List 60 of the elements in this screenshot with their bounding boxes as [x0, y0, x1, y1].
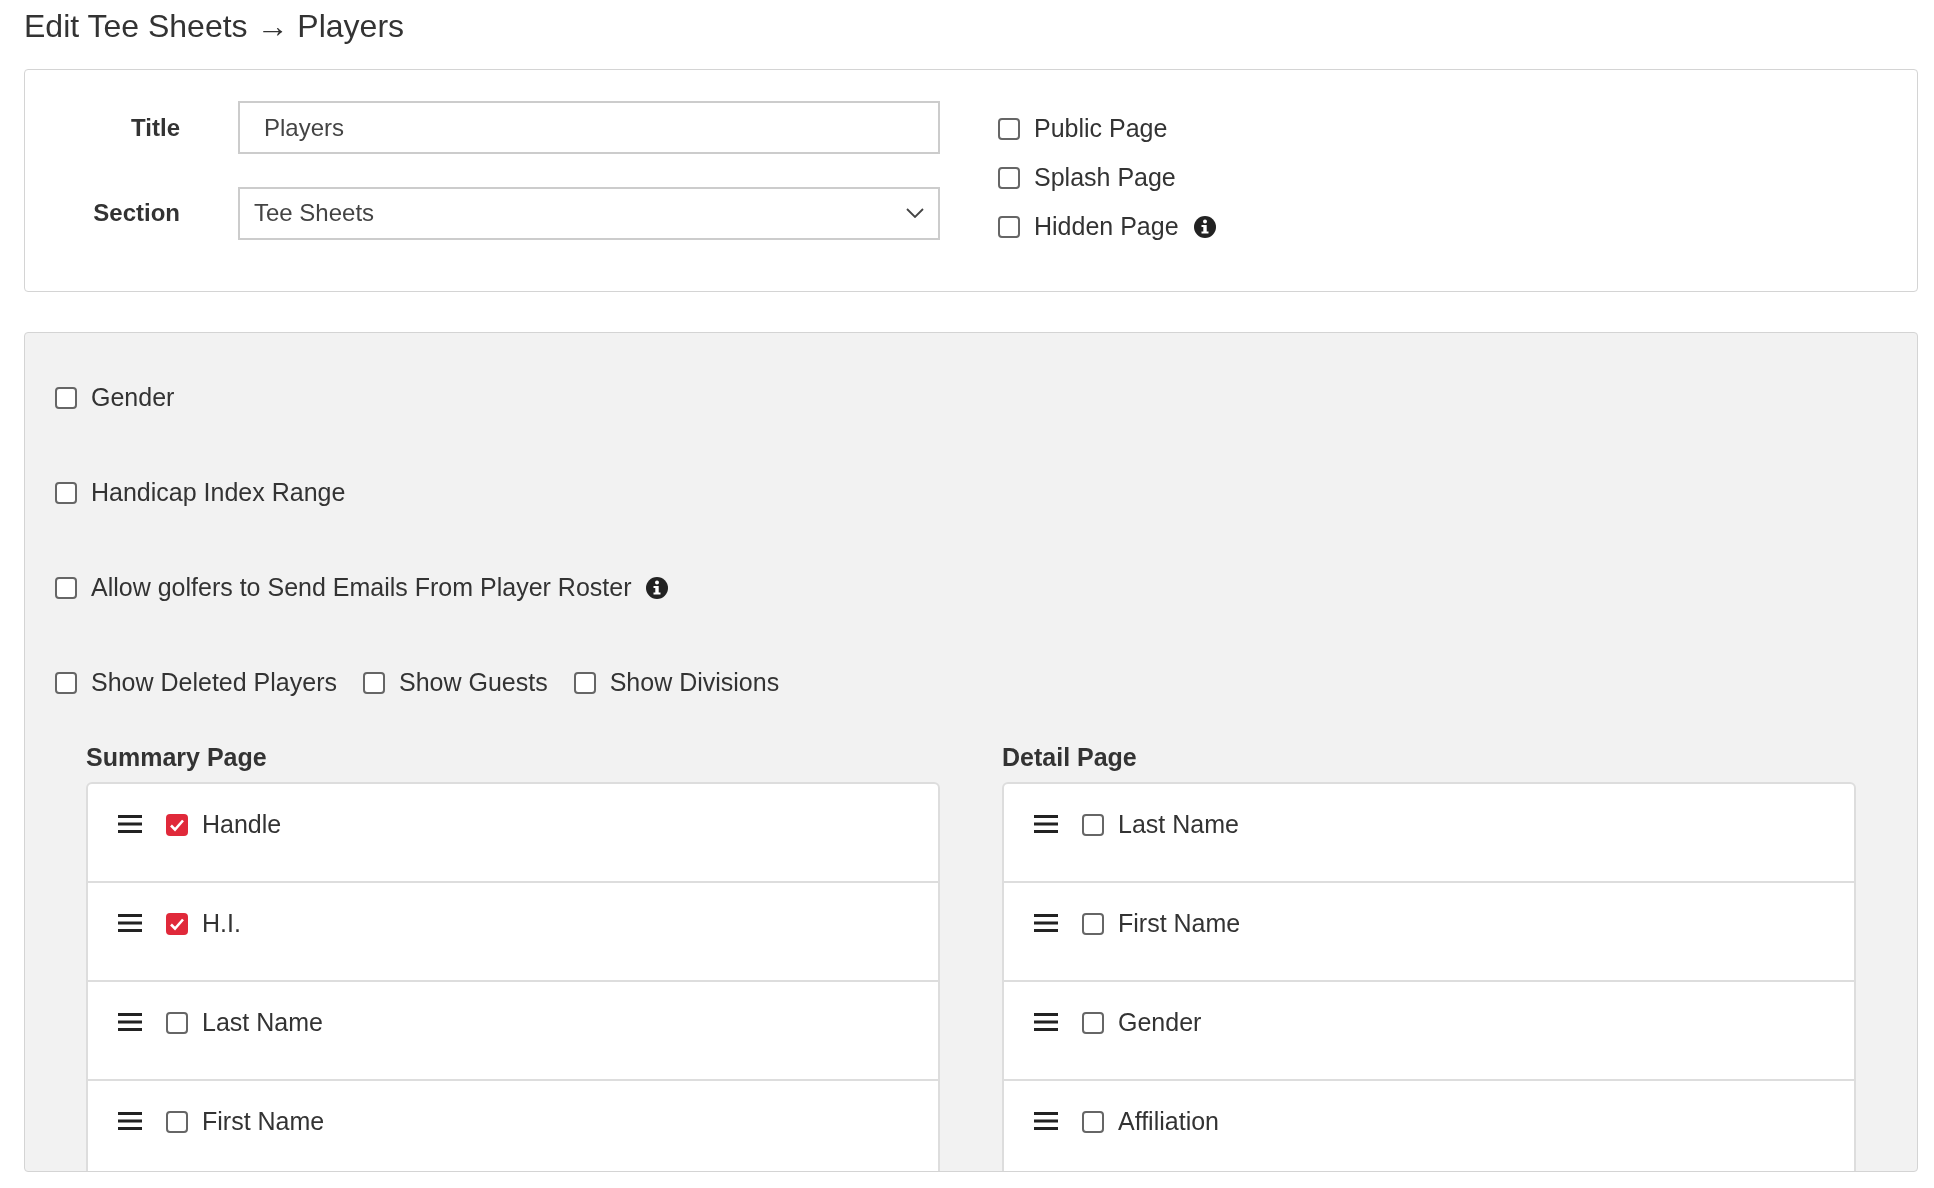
checkbox[interactable]	[1082, 1011, 1104, 1034]
checkbox-option[interactable]: First Name	[1082, 909, 1241, 938]
info-icon[interactable]	[1192, 214, 1217, 239]
checkbox[interactable]	[55, 386, 77, 409]
column-title: Summary Page	[86, 743, 268, 772]
checkbox[interactable]	[998, 166, 1020, 189]
checkbox-option[interactable]: First Name	[166, 1107, 325, 1136]
checkbox[interactable]	[1082, 912, 1104, 935]
drag-handle-icon[interactable]	[118, 913, 142, 933]
list-item[interactable]: H.I.	[88, 883, 938, 982]
drag-handle-icon[interactable]	[1034, 1012, 1058, 1032]
checkbox-option[interactable]: Allow golfers to Send Emails From Player Roster	[55, 573, 670, 602]
field-label: Section	[92, 199, 180, 228]
checkbox[interactable]	[1082, 1110, 1104, 1133]
list-item[interactable]: Gender	[1004, 982, 1854, 1081]
list-item[interactable]: Last Name	[88, 982, 938, 1081]
checkbox-option[interactable]: Show Divisions	[573, 668, 780, 697]
checkbox[interactable]	[362, 671, 385, 694]
list-item[interactable]: Affiliation	[1004, 1081, 1854, 1171]
checkbox-option[interactable]: Affiliation	[1082, 1107, 1219, 1136]
page-title: Edit Tee Sheets → Players	[24, 8, 406, 45]
checkbox[interactable]	[1082, 813, 1104, 836]
drag-handle-icon[interactable]	[1034, 913, 1058, 933]
checkbox[interactable]	[166, 1011, 188, 1034]
list-item[interactable]: Last Name	[1004, 784, 1854, 883]
field-label: Title	[130, 113, 180, 142]
checkbox[interactable]	[573, 671, 596, 694]
checkbox-option[interactable]: Hidden Page	[998, 212, 1217, 241]
drag-handle-icon[interactable]	[118, 1111, 142, 1131]
title-input[interactable]: Players	[238, 101, 940, 155]
checkbox-option[interactable]: Last Name	[1082, 810, 1239, 839]
checkbox-option[interactable]: Handicap Index Range	[55, 478, 346, 507]
chevron-down-icon	[906, 208, 924, 219]
list-item[interactable]: First Name	[1004, 883, 1854, 982]
info-icon[interactable]	[645, 575, 670, 600]
checkbox[interactable]	[55, 481, 77, 504]
checkbox-option[interactable]: Public Page	[998, 114, 1217, 143]
checkbox-option[interactable]: Show Deleted Players	[55, 668, 337, 697]
checkbox-option[interactable]: Gender	[1082, 1008, 1202, 1037]
checkbox[interactable]	[166, 912, 188, 935]
checkbox-option[interactable]: Last Name	[166, 1008, 323, 1037]
checkbox-option[interactable]: Splash Page	[998, 163, 1217, 192]
checkbox[interactable]	[166, 1110, 188, 1133]
checkbox[interactable]	[166, 813, 188, 836]
checkbox[interactable]	[998, 117, 1020, 140]
drag-handle-icon[interactable]	[1034, 1111, 1058, 1131]
checkbox[interactable]	[55, 671, 77, 694]
list-item[interactable]: First Name	[88, 1081, 938, 1171]
column-title: Detail Page	[1002, 743, 1138, 772]
checkbox[interactable]	[55, 576, 77, 599]
section-select[interactable]: Tee Sheets	[238, 186, 940, 240]
drag-handle-icon[interactable]	[118, 814, 142, 834]
checkbox-option[interactable]: Handle	[166, 810, 282, 839]
checkbox-option[interactable]: Show Guests	[362, 668, 548, 697]
checkbox-option[interactable]: Gender	[55, 383, 175, 412]
checkbox-option[interactable]: H.I.	[166, 909, 241, 938]
checkbox[interactable]	[998, 215, 1020, 238]
drag-handle-icon[interactable]	[118, 1012, 142, 1032]
list-item[interactable]: Handle	[88, 784, 938, 883]
drag-handle-icon[interactable]	[1034, 814, 1058, 834]
